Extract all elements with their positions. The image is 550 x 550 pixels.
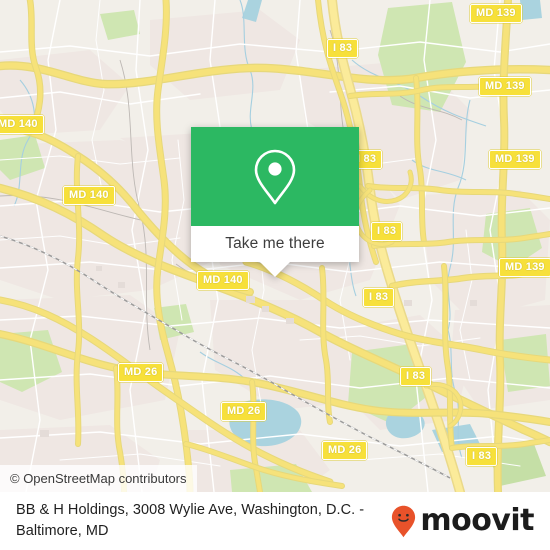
- location-title: BB & H Holdings, 3008 Wylie Ave, Washing…: [16, 502, 365, 539]
- footer-bar: BB & H Holdings, 3008 Wylie Ave, Washing…: [0, 492, 550, 550]
- road-shield-label: MD 139: [499, 258, 550, 277]
- road-shield-label: MD 26: [322, 441, 368, 460]
- popup-action-label: Take me there: [225, 235, 325, 252]
- road-shield-label: I 83: [400, 367, 432, 386]
- popup-pin-panel: [191, 127, 359, 226]
- take-me-there-popup[interactable]: Take me there: [191, 127, 359, 277]
- road-shield-label: I 83: [363, 288, 395, 307]
- moovit-wordmark: moovit: [420, 503, 534, 538]
- road-shield-label: MD 140: [0, 115, 44, 134]
- popup-pointer-tail: [260, 262, 290, 277]
- road-shield-label: MD 26: [221, 402, 267, 421]
- road-shield-label: MD 139: [479, 77, 531, 96]
- road-shield-label: MD 26: [118, 363, 164, 382]
- road-shield-label: MD 140: [197, 271, 249, 290]
- road-shield-label: MD 140: [63, 186, 115, 205]
- popup-action-bar[interactable]: Take me there: [191, 226, 359, 262]
- road-shield-label: MD 139: [470, 4, 522, 23]
- road-shield-label: I 83: [466, 447, 498, 466]
- moovit-logo[interactable]: moovit: [391, 505, 534, 538]
- road-shield-label: MD 139: [489, 150, 541, 169]
- map-screenshot-root: .bg { fill:#f2efe9; } .res { fill:#efe7e…: [0, 0, 550, 550]
- map-pin-icon: [254, 149, 296, 204]
- map-viewport[interactable]: .bg { fill:#f2efe9; } .res { fill:#efe7e…: [0, 0, 550, 492]
- road-shield-label: I 83: [327, 39, 359, 58]
- moovit-smiley-pin-icon: [392, 505, 416, 537]
- attribution-text: © OpenStreetMap contributors: [10, 471, 187, 486]
- road-shield-label: I 83: [371, 222, 403, 241]
- map-attribution[interactable]: © OpenStreetMap contributors: [0, 465, 197, 492]
